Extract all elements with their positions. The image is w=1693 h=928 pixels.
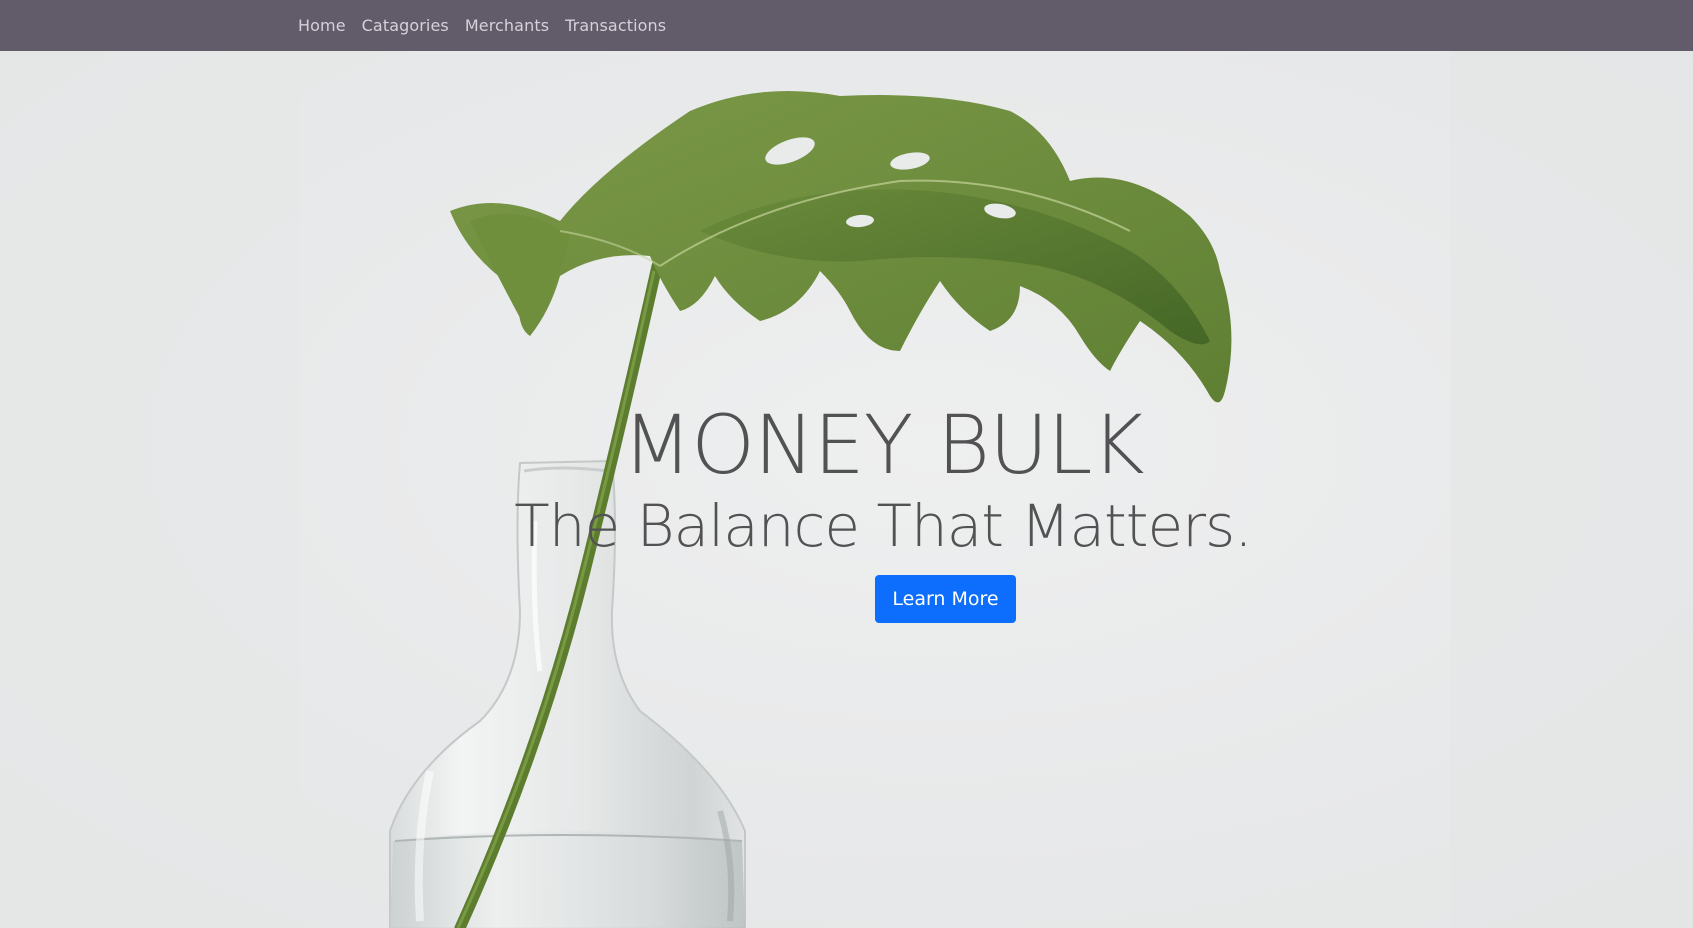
top-navbar: Home Catagories Merchants Transactions: [0, 0, 1693, 51]
hero-subtitle: The Balance That Matters.: [514, 492, 1252, 560]
nav-link-catagories[interactable]: Catagories: [362, 17, 449, 34]
nav-link-transactions[interactable]: Transactions: [565, 17, 666, 34]
learn-more-button[interactable]: Learn More: [875, 575, 1016, 623]
hero-title: MONEY BULK: [622, 399, 1144, 493]
nav-link-merchants[interactable]: Merchants: [465, 17, 549, 34]
hero-section: MONEY BULK The Balance That Matters.: [0, 51, 1693, 928]
monstera-leaf: [450, 91, 1232, 403]
nav-links: Home Catagories Merchants Transactions: [298, 0, 682, 51]
nav-link-home[interactable]: Home: [298, 17, 346, 34]
